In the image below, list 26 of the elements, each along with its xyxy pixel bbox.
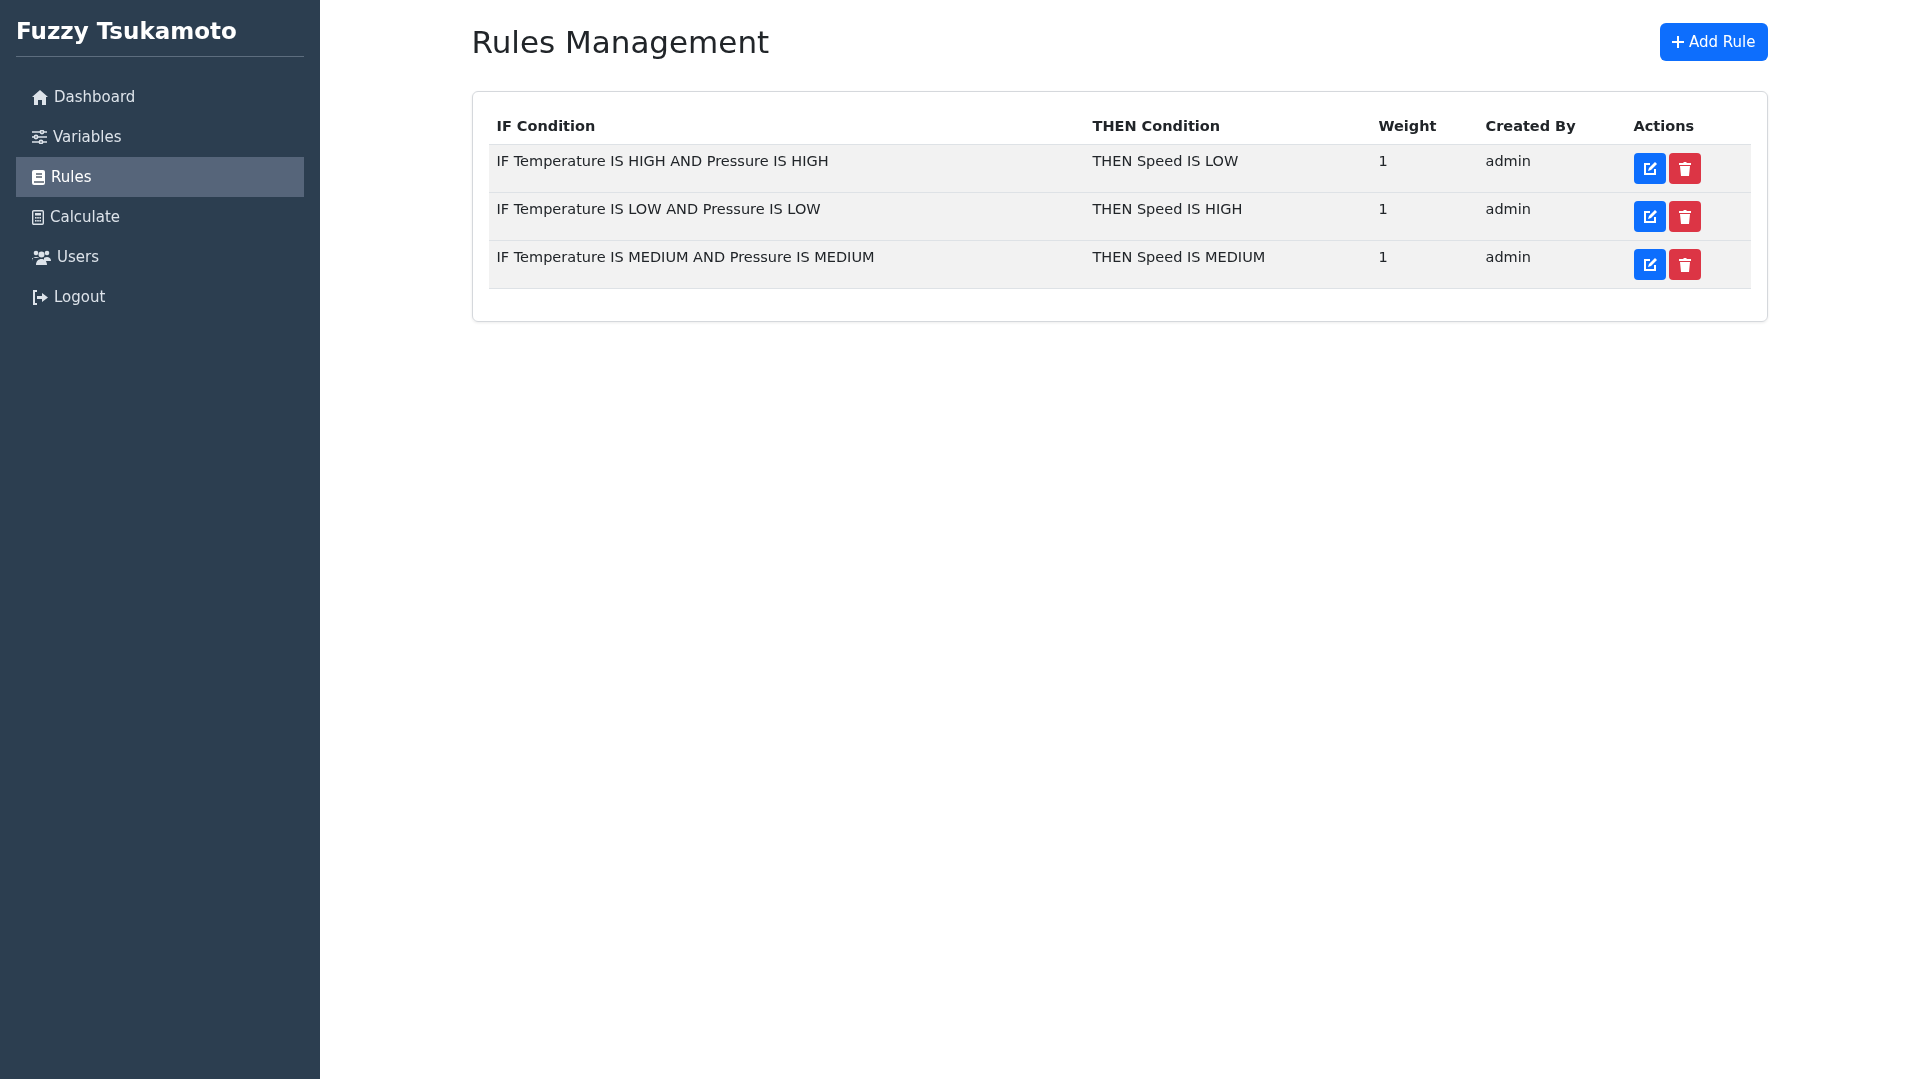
add-rule-button[interactable]: Add Rule: [1660, 23, 1768, 61]
column-header: IF Condition: [488, 108, 1085, 145]
table-cell: IF Temperature IS MEDIUM AND Pressure IS MEDIUM: [488, 240, 1085, 289]
column-header: Created By: [1477, 108, 1626, 145]
table-cell: 1: [1370, 192, 1478, 241]
table-cell: THEN Speed IS HIGH: [1084, 192, 1371, 241]
page-title: Rules Management: [471, 24, 770, 60]
table-cell: IF Temperature IS HIGH AND Pressure IS HIGH: [488, 144, 1085, 193]
nav-item[interactable]: Dashboard: [16, 77, 304, 117]
table-cell: admin: [1477, 144, 1626, 193]
column-header: THEN Condition: [1084, 108, 1371, 145]
nav-item[interactable]: Variables: [16, 117, 304, 157]
brand-title: Fuzzy Tsukamoto: [16, 16, 304, 57]
table-cell: 1: [1370, 144, 1478, 193]
table-cell: 1: [1370, 240, 1478, 289]
nav-item[interactable]: Rules: [16, 157, 304, 197]
column-header: Actions: [1625, 108, 1751, 145]
table-cell: THEN Speed IS LOW: [1084, 144, 1371, 193]
table-cell: admin: [1477, 240, 1626, 289]
table-cell: IF Temperature IS LOW AND Pressure IS LOW: [488, 192, 1085, 241]
table-cell: admin: [1477, 192, 1626, 241]
column-header: Weight: [1370, 108, 1478, 145]
nav-item[interactable]: Calculate: [16, 197, 304, 237]
table-cell: THEN Speed IS MEDIUM: [1084, 240, 1371, 289]
nav-item[interactable]: Logout: [16, 277, 304, 317]
nav-item[interactable]: Users: [16, 237, 304, 277]
